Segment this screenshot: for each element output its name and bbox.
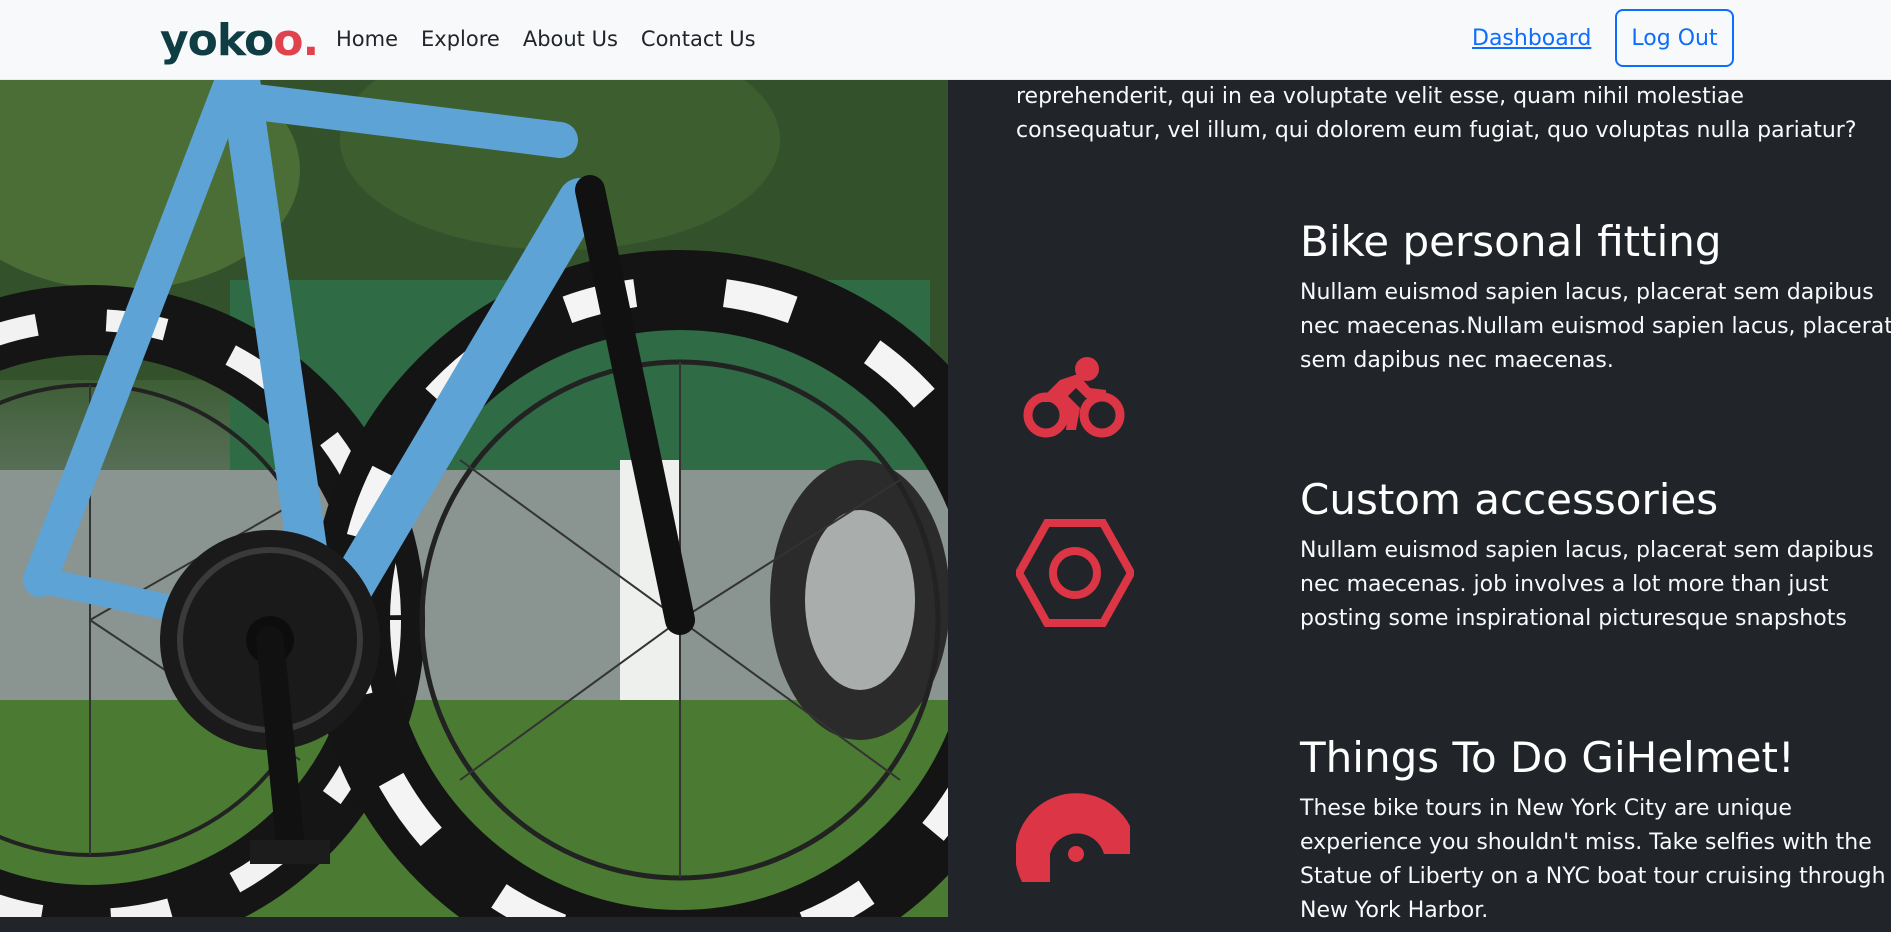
feature-text: Nullam euismod sapien lacus, placerat se… bbox=[1300, 538, 1874, 631]
brand-text: yoko bbox=[160, 15, 274, 66]
feature-text: These bike tours in New York City are un… bbox=[1300, 796, 1886, 923]
feature-title: Things To Do GiHelmet! bbox=[1300, 733, 1795, 782]
feature-bike-fitting: Bike personal fitting Nullam euismod sap… bbox=[1016, 216, 1891, 438]
nav-link-home[interactable]: Home bbox=[336, 26, 398, 52]
bicycle-illustration bbox=[0, 80, 948, 917]
feature-text: Nullam euismod sapien lacus, placerat se… bbox=[1300, 280, 1891, 373]
brand-dot: . bbox=[302, 15, 319, 66]
brand-accent: o bbox=[273, 15, 303, 66]
hex-nut-icon bbox=[1016, 519, 1134, 627]
nav-links: Home Explore About Us Contact Us bbox=[336, 26, 779, 52]
brand-logo[interactable]: yokoo. bbox=[160, 10, 319, 72]
feature-title: Bike personal fitting bbox=[1300, 217, 1722, 266]
navbar: yokoo. Home Explore About Us Contact Us … bbox=[0, 0, 1891, 80]
services-section: reprehenderit, qui in ea voluptate velit… bbox=[948, 80, 1891, 923]
nav-link-contact[interactable]: Contact Us bbox=[641, 26, 756, 52]
helmet-icon bbox=[1016, 793, 1130, 882]
dashboard-link[interactable]: Dashboard bbox=[1472, 25, 1591, 53]
nav-link-explore[interactable]: Explore bbox=[421, 26, 500, 52]
feature-helmet: Things To Do GiHelmet! These bike tours … bbox=[1016, 732, 1886, 932]
nav-link-about[interactable]: About Us bbox=[523, 26, 618, 52]
bicycle-photo bbox=[0, 80, 948, 917]
logout-button[interactable]: Log Out bbox=[1615, 9, 1734, 67]
feature-title: Custom accessories bbox=[1300, 475, 1719, 524]
feature-custom-accessories: Custom accessories Nullam euismod sapien… bbox=[1016, 474, 1874, 674]
bike-rider-icon bbox=[1023, 357, 1125, 438]
intro-text: reprehenderit, qui in ea voluptate velit… bbox=[1016, 84, 1857, 143]
